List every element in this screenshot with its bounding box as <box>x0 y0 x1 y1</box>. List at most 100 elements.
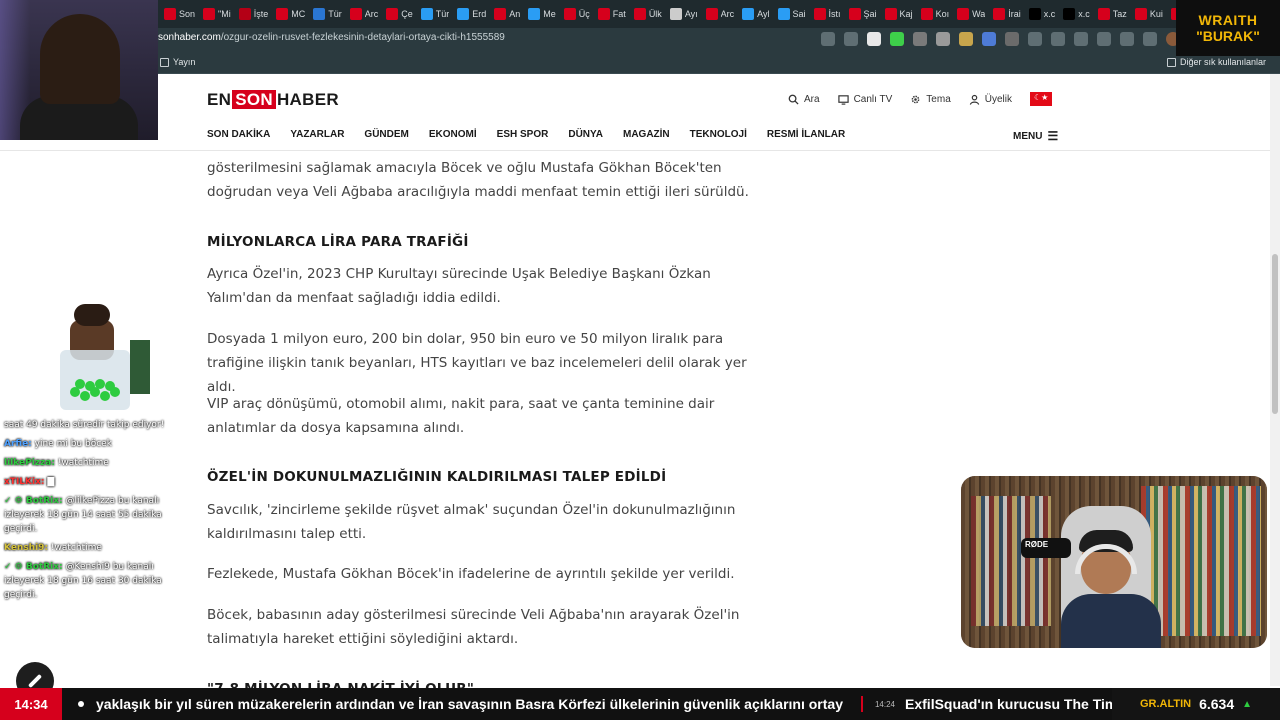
collections-icon[interactable] <box>1120 32 1134 46</box>
address-bar-row: sonhaber.com/ozgur-ozelin-rusvet-fezleke… <box>0 28 1280 52</box>
browser-tab[interactable]: Şai <box>845 3 881 25</box>
news-ticker: 14:34 yaklaşık bir yıl süren müzakereler… <box>0 688 1280 720</box>
tab-favicon-icon <box>313 8 326 20</box>
extension-icon[interactable] <box>1005 32 1019 46</box>
browser-tab[interactable]: Fat <box>594 3 630 25</box>
ticker-headline[interactable]: ExfilSquad'ın kurucusu The Times <box>905 696 1123 712</box>
browser-tab[interactable]: Üç <box>560 3 594 25</box>
refresh-icon[interactable] <box>1028 32 1042 46</box>
menu-label: MENU <box>1013 130 1043 142</box>
tab-favicon-icon <box>957 8 970 20</box>
browser-tab[interactable]: Koı <box>917 3 954 25</box>
reader-icon[interactable] <box>844 32 858 46</box>
download-icon[interactable] <box>1143 32 1157 46</box>
tab-title: Şai <box>863 9 877 19</box>
browser-tab[interactable]: Tür <box>309 3 346 25</box>
browser-tab[interactable]: Ayl <box>738 3 773 25</box>
browser-tab[interactable]: Ülk <box>630 3 666 25</box>
browser-tab[interactable]: Kui <box>1131 3 1167 25</box>
chat-username: Arfie: <box>4 439 32 449</box>
browser-tab[interactable]: İşte <box>235 3 273 25</box>
browser-tab[interactable]: Sai <box>774 3 810 25</box>
menu-button[interactable]: MENU ☰ <box>1013 129 1058 143</box>
other-bookmarks[interactable]: Diğer sık kullanılanlar <box>1166 57 1266 67</box>
gold-value: 6.634 <box>1199 696 1235 712</box>
search-link[interactable]: Ara <box>788 94 820 105</box>
split-view-icon[interactable] <box>1051 32 1065 46</box>
turkey-flag-icon[interactable] <box>1029 92 1052 106</box>
address-bar[interactable]: sonhaber.com/ozgur-ozelin-rusvet-fezleke… <box>158 32 505 43</box>
article-paragraph: Ayrıca Özel'in, 2023 CHP Kurultayı sürec… <box>207 266 711 306</box>
stream-logo-line2: "BURAK" <box>1196 28 1260 44</box>
theme-link[interactable]: Tema <box>910 94 951 105</box>
browser-tab[interactable]: Çe <box>382 3 417 25</box>
tab-title: Koı <box>935 9 950 19</box>
ticker-headline[interactable]: yaklaşık bir yıl süren müzakerelerin ard… <box>96 696 843 712</box>
tab-favicon-icon <box>420 8 433 20</box>
browser-tab[interactable]: Tür <box>417 3 454 25</box>
article-paragraph: VIP araç dönüşümü, otomobil alımı, nakit… <box>207 396 715 436</box>
favorites-icon[interactable] <box>1074 32 1088 46</box>
logo-en: EN <box>207 90 232 109</box>
browser-tab[interactable]: Arc <box>702 3 739 25</box>
menu-item[interactable]: GÜNDEM <box>364 129 408 140</box>
membership-link[interactable]: Üyelik <box>969 94 1012 105</box>
bookmark-item[interactable]: Yayın <box>160 57 195 67</box>
menu-item[interactable]: DÜNYA <box>568 129 603 140</box>
browser-tab[interactable]: Arc <box>346 3 383 25</box>
menu-item[interactable]: ESH SPOR <box>497 129 549 140</box>
browser-tab[interactable]: "Mi <box>199 3 235 25</box>
browser-tab[interactable]: x.c <box>1025 3 1060 25</box>
browser-tab-strip: Son "Mi İşte MC Tür Arc Çe Tür Erd An Me Üç Fat Ülk Ay… <box>0 0 1280 28</box>
scrollbar-thumb[interactable] <box>1272 254 1278 414</box>
tab-title: Kaj <box>899 9 913 19</box>
menu-item[interactable]: EKONOMİ <box>429 129 477 140</box>
extension-icon[interactable] <box>890 32 904 46</box>
streamer-webcam <box>0 0 158 140</box>
article-paragraph: Fezlekede, Mustafa Gökhan Böcek'in ifade… <box>207 566 735 582</box>
page-scrollbar[interactable] <box>1270 74 1280 686</box>
search-icon <box>788 94 799 105</box>
menu-item[interactable]: RESMİ İLANLAR <box>767 129 845 140</box>
extension-icon[interactable] <box>936 32 950 46</box>
menu-item[interactable]: YAZARLAR <box>290 129 344 140</box>
menu-item[interactable]: SON DAKİKA <box>207 129 270 140</box>
menu-item[interactable]: TEKNOLOJİ <box>690 129 747 140</box>
browser-tab[interactable]: Taz <box>1094 3 1131 25</box>
tab-favicon-icon <box>528 8 541 20</box>
tab-title: Taz <box>1112 9 1127 19</box>
stream-chat: saat 49 dakika süredir takip ediyor! Arfi… <box>4 418 176 607</box>
tab-title: Çe <box>401 9 413 19</box>
live-tv-link[interactable]: Canlı TV <box>837 94 892 105</box>
browser-tab[interactable]: Ayı <box>666 3 702 25</box>
browser-tab[interactable]: İrai <box>989 3 1025 25</box>
site-logo[interactable]: EN SON HABER <box>207 90 339 110</box>
tab-title: İşte <box>253 9 269 19</box>
browser-tab[interactable]: An <box>490 3 524 25</box>
extension-icon[interactable] <box>959 32 973 46</box>
browser-tab[interactable]: Son <box>160 3 199 25</box>
browser-essentials-icon[interactable] <box>1097 32 1111 46</box>
translate-icon[interactable] <box>982 32 996 46</box>
tab-title: "Mi <box>218 9 231 19</box>
browser-tab[interactable]: İstı <box>810 3 845 25</box>
tab-title: Arc <box>720 9 735 19</box>
tab-favicon-icon <box>920 8 933 20</box>
tab-title: Son <box>179 9 196 19</box>
article-paragraph: gösterilmesini sağlamak amacıyla Böcek v… <box>207 160 749 200</box>
browser-tab[interactable]: Erd <box>453 3 490 25</box>
star-icon[interactable] <box>867 32 881 46</box>
tab-title: Tür <box>435 9 450 19</box>
chat-message: lilkePizza: !watchtime <box>4 456 176 470</box>
menu-item[interactable]: MAGAZİN <box>623 129 670 140</box>
browser-tab[interactable]: MC <box>272 3 309 25</box>
tab-favicon-icon <box>494 8 507 20</box>
browser-tab[interactable]: Kaj <box>881 3 917 25</box>
browser-tab[interactable]: Wa <box>953 3 989 25</box>
browser-tab[interactable]: x.c <box>1059 3 1094 25</box>
chat-username: Kenshi9: <box>4 543 49 553</box>
webcam-figure <box>40 14 120 104</box>
zoom-icon[interactable] <box>821 32 835 46</box>
extension-icon[interactable] <box>913 32 927 46</box>
browser-tab[interactable]: Me <box>524 3 560 25</box>
